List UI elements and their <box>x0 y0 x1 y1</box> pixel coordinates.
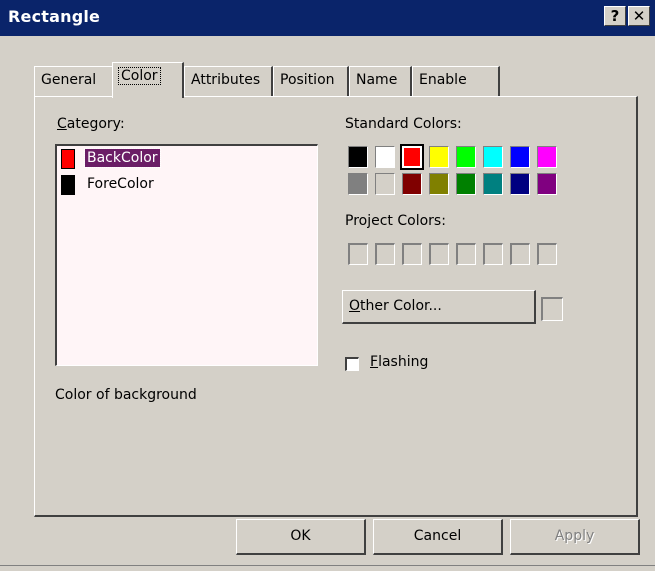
project-colors-label: Project Colors: <box>345 213 446 229</box>
standard-color-swatch[interactable] <box>429 146 449 168</box>
standard-color-swatch[interactable] <box>537 146 557 168</box>
tab-name-label: Name <box>356 72 398 88</box>
tab-position[interactable]: Position <box>273 66 349 96</box>
close-button[interactable]: ✕ <box>628 6 650 26</box>
tab-color-label: Color <box>118 67 161 85</box>
tab-general[interactable]: General <box>34 66 114 96</box>
tab-enable[interactable]: Enable <box>412 66 500 96</box>
ok-button[interactable]: OK <box>236 519 366 555</box>
backcolor-swatch <box>61 149 75 169</box>
apply-button[interactable]: Apply <box>510 519 640 555</box>
close-icon: ✕ <box>632 7 646 25</box>
category-description: Color of background <box>55 387 197 403</box>
standard-color-swatch[interactable] <box>429 173 449 195</box>
standard-color-swatch[interactable] <box>510 146 530 168</box>
standard-color-swatch[interactable] <box>510 173 530 195</box>
other-color-preview <box>541 297 563 321</box>
tab-attributes-label: Attributes <box>191 72 261 88</box>
standard-color-swatch[interactable] <box>456 173 476 195</box>
flashing-checkbox[interactable] <box>345 357 359 371</box>
project-color-swatch[interactable] <box>483 243 503 265</box>
standard-color-swatch[interactable] <box>348 173 368 195</box>
window-bottom-border <box>0 565 655 566</box>
project-color-swatch[interactable] <box>375 243 395 265</box>
standard-color-swatch[interactable] <box>456 146 476 168</box>
category-label: Category: <box>57 116 125 132</box>
tab-general-label: General <box>41 72 97 88</box>
category-listbox[interactable]: BackColor ForeColor <box>55 144 318 366</box>
forecolor-swatch <box>61 175 75 195</box>
tab-attributes[interactable]: Attributes <box>184 66 273 96</box>
standard-color-swatch[interactable] <box>400 144 424 170</box>
standard-color-swatch[interactable] <box>402 173 422 195</box>
tab-color[interactable]: Color <box>112 62 184 98</box>
standard-color-swatch[interactable] <box>348 146 368 168</box>
project-color-swatch[interactable] <box>537 243 557 265</box>
standard-color-swatch[interactable] <box>483 146 503 168</box>
other-color-button[interactable]: Other Color... <box>342 290 536 324</box>
list-item-label: ForeColor <box>87 176 154 192</box>
standard-color-swatch[interactable] <box>375 146 395 168</box>
standard-color-swatch[interactable] <box>375 173 395 195</box>
project-color-swatch[interactable] <box>456 243 476 265</box>
flashing-label: Flashing <box>370 354 429 370</box>
window-title: Rectangle <box>8 7 101 26</box>
tab-name[interactable]: Name <box>349 66 412 96</box>
project-color-swatch[interactable] <box>429 243 449 265</box>
list-item-label: BackColor <box>84 148 161 168</box>
cancel-button[interactable]: Cancel <box>373 519 503 555</box>
project-color-swatch[interactable] <box>510 243 530 265</box>
tab-enable-label: Enable <box>419 72 467 88</box>
project-color-swatch[interactable] <box>348 243 368 265</box>
standard-colors-label: Standard Colors: <box>345 116 462 132</box>
project-color-swatch[interactable] <box>402 243 422 265</box>
standard-color-swatch[interactable] <box>483 173 503 195</box>
tab-position-label: Position <box>280 72 335 88</box>
title-bar[interactable]: Rectangle ? ✕ <box>0 0 655 36</box>
standard-color-swatch[interactable] <box>537 173 557 195</box>
help-button[interactable]: ? <box>604 6 626 26</box>
